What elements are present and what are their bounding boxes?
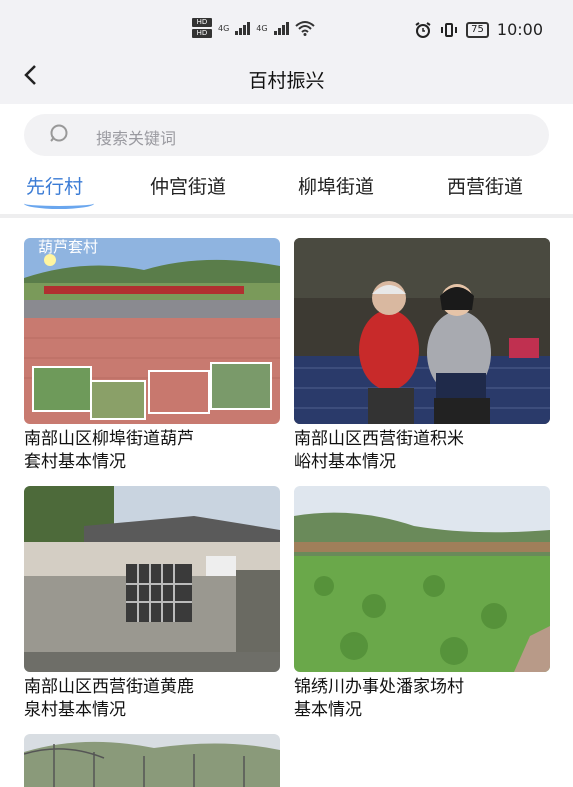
battery-icon: 75 [466,21,489,38]
card-caption-line2: 峪村基本情况 [294,452,396,472]
card-caption: 南部山区柳埠街道葫芦 套村基本情况 [24,428,194,474]
card-image [24,486,280,672]
status-time: 10:00 [496,20,543,39]
status-right: 75 10:00 [414,20,543,39]
vibrate-icon [441,22,458,37]
card-caption: 锦绣川办事处潘家场村 基本情况 [294,676,464,722]
search-placeholder: 搜索关键词 [96,129,177,148]
village-card[interactable]: 南部山区西营街道黄鹿 泉村基本情况 [24,486,280,726]
card-image-overlay-text: 葫芦套村 [38,238,99,256]
signal-icon [235,21,251,35]
signal-group: HD HD 4G 4G [192,18,315,38]
card-image [24,734,280,787]
card-caption-line1: 锦绣川办事处潘家场村 [294,677,464,697]
card-image [294,238,550,424]
wifi-icon [294,21,315,36]
divider [0,214,573,218]
village-card[interactable]: 锦绣川办事处潘家场村 基本情况 [294,486,550,726]
network-type-2: 4G [256,23,268,33]
card-caption-line2: 基本情况 [294,700,362,720]
alarm-icon [415,21,431,38]
search-input[interactable]: 搜索关键词 [24,114,549,156]
hd-icon: HD HD [192,18,212,38]
card-caption-line2: 泉村基本情况 [24,700,126,720]
tab-liubu[interactable]: 柳埠街道 [298,172,374,199]
village-card[interactable]: 葫芦套村 南部山区柳埠街道葫芦 套村基本情况 [24,238,280,478]
tab-bar: 先行村 仲宫街道 柳埠街道 西营街道 [0,168,573,212]
card-caption: 南部山区西营街道黄鹿 泉村基本情况 [24,676,194,722]
card-caption-line1: 南部山区西营街道积米 [294,429,464,449]
search-icon [50,124,68,142]
village-card[interactable]: 南部山区西营街道积米 峪村基本情况 [294,238,550,478]
status-bar: HD HD 4G 4G 75 10:00 [0,0,573,52]
tab-zhonggong[interactable]: 仲宫街道 [150,172,226,199]
signal-icon-2 [273,21,289,35]
card-caption: 南部山区西营街道积米 峪村基本情况 [294,428,464,474]
nav-bar: 百村振兴 [0,52,573,104]
tab-xiying[interactable]: 西营街道 [447,172,523,199]
card-image [294,486,550,672]
village-card[interactable] [24,734,280,787]
network-type-1: 4G [218,23,230,33]
card-image: 葫芦套村 [24,238,280,424]
card-caption-line1: 南部山区柳埠街道葫芦 [24,429,194,449]
card-caption-line2: 套村基本情况 [24,452,126,472]
tab-active-indicator [24,198,94,209]
tab-xianxingcun[interactable]: 先行村 [26,172,83,199]
page-title: 百村振兴 [248,70,325,92]
card-caption-line1: 南部山区西营街道黄鹿 [24,677,194,697]
